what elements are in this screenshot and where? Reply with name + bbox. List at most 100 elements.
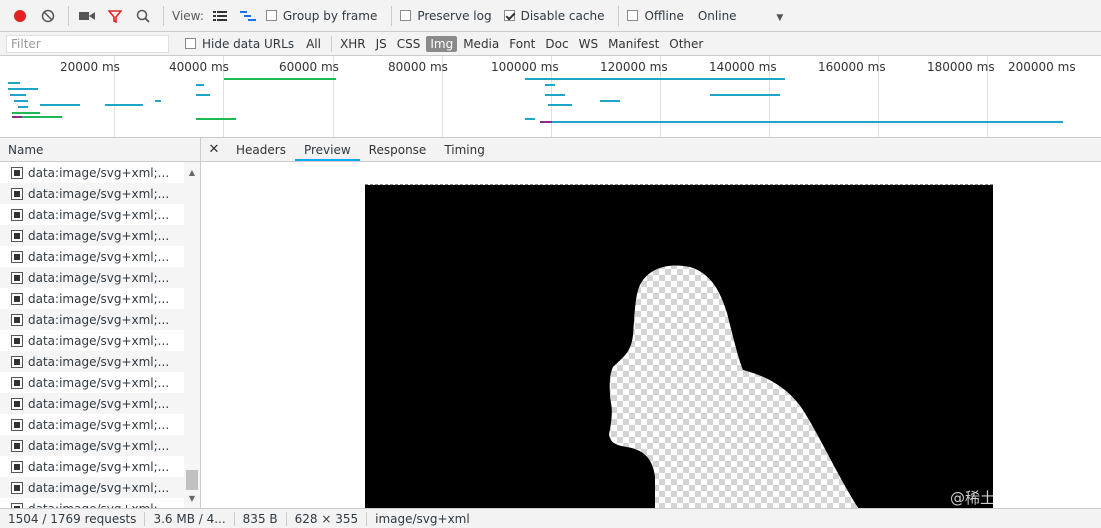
disable-cache-checkbox[interactable] [503, 10, 515, 21]
tab-response[interactable]: Response [360, 138, 436, 161]
name-column-header[interactable]: Name [0, 138, 200, 162]
hide-data-urls-checkbox[interactable] [185, 38, 196, 49]
status-bar: 1504 / 1769 requests 3.6 MB / 4... 835 B… [0, 508, 1101, 528]
table-row[interactable]: data:image/svg+xml;... [0, 372, 184, 393]
table-row[interactable]: data:image/svg+xml;... [0, 498, 184, 508]
table-row[interactable]: data:image/svg+xml;... [0, 225, 184, 246]
timeline-tick: 120000 ms [600, 60, 668, 74]
svg-mask-preview [365, 184, 993, 508]
image-file-icon [11, 334, 23, 347]
table-row[interactable]: data:image/svg+xml;... [0, 351, 184, 372]
table-row[interactable]: data:image/svg+xml;... [0, 288, 184, 309]
search-icon [136, 9, 150, 23]
disable-cache-toggle[interactable]: Disable cache [503, 8, 605, 23]
image-file-icon [11, 313, 23, 326]
image-file-icon [11, 481, 23, 494]
type-filter-img[interactable]: Img [426, 35, 458, 52]
table-row[interactable]: data:image/svg+xml;... [0, 162, 184, 183]
filter-toggle-button[interactable] [105, 6, 125, 26]
record-button[interactable] [10, 6, 30, 26]
type-filter-all[interactable]: All [302, 36, 325, 52]
preserve-log-toggle[interactable]: Preserve log [400, 9, 492, 23]
type-filter-ws[interactable]: WS [575, 36, 602, 52]
scroll-down-icon[interactable]: ▼ [184, 492, 200, 506]
table-row[interactable]: data:image/svg+xml;... [0, 435, 184, 456]
request-name: data:image/svg+xml;... [28, 354, 170, 369]
image-file-icon [11, 271, 23, 284]
offline-toggle[interactable]: Offline [627, 8, 684, 23]
offline-checkbox[interactable] [627, 10, 639, 21]
throttling-value: Online [697, 8, 737, 23]
table-row[interactable]: data:image/svg+xml;... [0, 183, 184, 204]
image-dimensions: 628 × 355 [294, 511, 359, 526]
table-row[interactable]: data:image/svg+xml;... [0, 204, 184, 225]
timeline-overview[interactable]: 20000 ms 40000 ms 60000 ms 80000 ms 1000… [0, 56, 1101, 138]
resource-size: 835 B [242, 511, 278, 526]
type-filter-xhr[interactable]: XHR [336, 36, 370, 52]
table-row[interactable]: data:image/svg+xml;... [0, 456, 184, 477]
throttling-select[interactable]: Online ▼ [698, 9, 783, 23]
tab-preview[interactable]: Preview [294, 138, 360, 161]
image-file-icon [11, 439, 23, 452]
preserve-log-checkbox[interactable] [400, 10, 412, 21]
table-row[interactable]: data:image/svg+xml;... [0, 309, 184, 330]
timeline-bar [196, 118, 236, 120]
table-row[interactable]: data:image/svg+xml;... [0, 330, 184, 351]
record-icon [14, 9, 26, 22]
table-row[interactable]: data:image/svg+xml;... [0, 414, 184, 435]
table-row[interactable]: data:image/svg+xml;... [0, 246, 184, 267]
request-name: data:image/svg+xml;... [28, 270, 170, 285]
search-button[interactable] [133, 6, 153, 26]
request-name: data:image/svg+xml;... [28, 375, 170, 390]
tab-headers[interactable]: Headers [227, 138, 295, 161]
table-row[interactable]: data:image/svg+xml;... [0, 393, 184, 414]
timeline-bar [8, 82, 20, 84]
image-file-icon [11, 418, 23, 431]
request-name: data:image/svg+xml;... [28, 480, 170, 495]
tab-timing[interactable]: Timing [435, 138, 494, 161]
clear-icon [41, 9, 55, 22]
hide-data-urls-toggle[interactable]: Hide data URLs [185, 37, 294, 51]
scrollbar-thumb[interactable] [186, 470, 198, 490]
type-filter-doc[interactable]: Doc [541, 36, 572, 52]
type-filter-font[interactable]: Font [505, 36, 539, 52]
group-by-frame-label: Group by frame [282, 8, 378, 23]
table-row[interactable]: data:image/svg+xml;... [0, 267, 184, 288]
video-camera-icon [79, 11, 95, 20]
screenshot-button[interactable] [77, 6, 97, 26]
type-filter-css[interactable]: CSS [393, 36, 425, 52]
group-by-frame-toggle[interactable]: Group by frame [265, 8, 378, 23]
timeline-bar [105, 104, 143, 106]
timeline-bar [545, 94, 565, 96]
offline-label: Offline [644, 8, 684, 23]
clear-button[interactable] [38, 6, 58, 26]
timeline-bar [14, 100, 28, 102]
close-icon[interactable]: ✕ [201, 138, 227, 161]
disable-cache-label: Disable cache [520, 8, 605, 23]
waterfall-view-button[interactable] [238, 6, 258, 26]
timeline-bar [18, 106, 28, 108]
large-rows-button[interactable] [210, 6, 230, 26]
request-list: Name data:image/svg+xml;... data:image/sv… [0, 138, 201, 508]
request-name: data:image/svg+xml;... [28, 417, 170, 432]
type-filter-manifest[interactable]: Manifest [604, 36, 663, 52]
image-file-icon [11, 229, 23, 242]
type-filter-media[interactable]: Media [459, 36, 503, 52]
request-list-scrollbar[interactable]: ▲ ▼ [184, 162, 200, 508]
network-toolbar: View: Group by frame Preserve log Disabl… [0, 0, 1101, 32]
table-row[interactable]: data:image/svg+xml;... [0, 477, 184, 498]
timeline-tick: 200000 ms [1008, 60, 1076, 74]
timeline-bar [525, 118, 535, 120]
list-view-icon [212, 10, 227, 21]
timeline-bar [540, 121, 1063, 123]
timeline-bar [8, 88, 38, 90]
image-file-icon [11, 397, 23, 410]
request-rows: data:image/svg+xml;... data:image/svg+xml… [0, 162, 184, 508]
filter-input[interactable]: Filter [6, 34, 169, 53]
type-filter-js[interactable]: JS [372, 36, 391, 52]
type-filter-other[interactable]: Other [665, 36, 707, 52]
timeline-tick: 20000 ms [60, 60, 120, 74]
request-name: data:image/svg+xml;... [28, 333, 170, 348]
group-by-frame-checkbox[interactable] [265, 10, 277, 21]
scroll-up-icon[interactable]: ▲ [184, 166, 200, 180]
